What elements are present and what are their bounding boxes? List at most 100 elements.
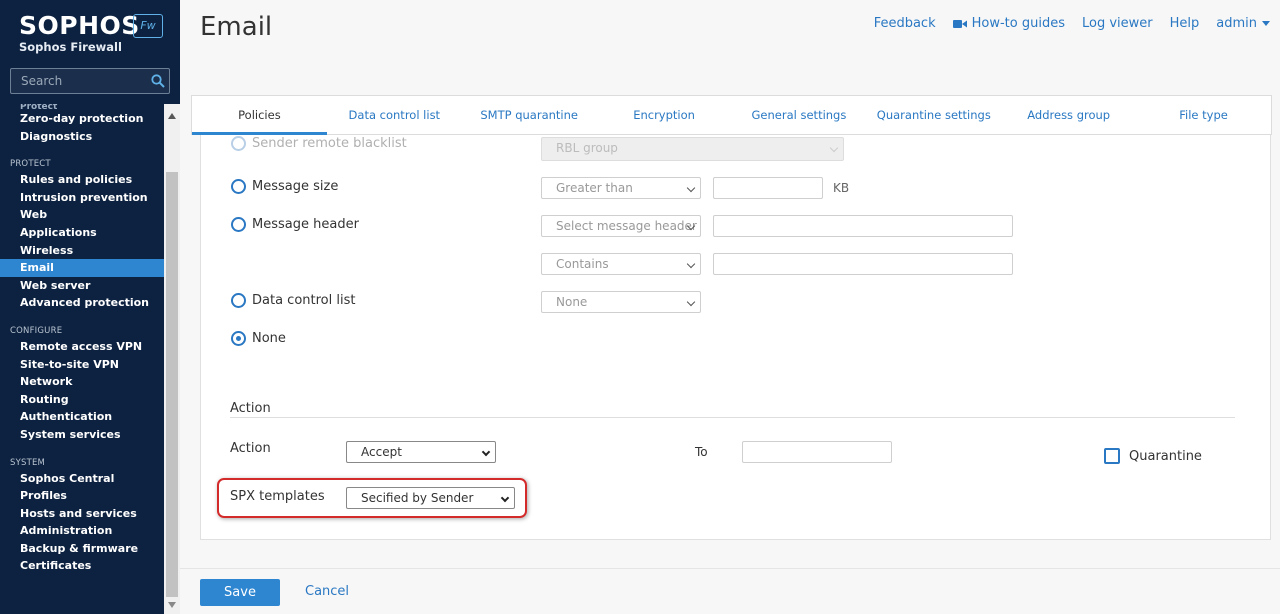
quarantine-checkbox[interactable] [1104, 448, 1120, 464]
action-label: Action [230, 441, 271, 456]
chevron-down-icon [686, 297, 696, 307]
sidebar-item-profiles[interactable]: Profiles [0, 487, 164, 505]
help-link[interactable]: Help [1170, 16, 1200, 31]
action-select-value: Accept [361, 445, 402, 459]
action-divider [230, 417, 1235, 418]
sidebar-item-network[interactable]: Network [0, 373, 164, 391]
feedback-link[interactable]: Feedback [874, 16, 936, 31]
sidebar-item-sophos-central[interactable]: Sophos Central [0, 470, 164, 488]
none-radio[interactable] [231, 331, 246, 346]
quarantine-label: Quarantine [1129, 449, 1202, 464]
none-label: None [252, 331, 286, 346]
form-footer: Save Cancel [180, 568, 1280, 614]
cancel-link[interactable]: Cancel [305, 584, 349, 599]
chevron-down-icon [686, 183, 696, 193]
admin-label: admin [1216, 16, 1257, 31]
message-size-operator-value: Greater than [556, 181, 633, 195]
action-select[interactable]: Accept [346, 441, 496, 463]
sidebar-item-backup-firmware[interactable]: Backup & firmware [0, 540, 164, 558]
sender-blacklist-radio[interactable] [231, 136, 246, 151]
sidebar-item-web[interactable]: Web [0, 206, 164, 224]
sidebar-item-authentication[interactable]: Authentication [0, 408, 164, 426]
admin-menu[interactable]: admin [1216, 16, 1270, 31]
data-control-list-select[interactable]: None [541, 291, 701, 313]
rbl-group-value: RBL group [556, 141, 618, 155]
sidebar-item-web-server[interactable]: Web server [0, 277, 164, 295]
message-size-radio[interactable] [231, 179, 246, 194]
spx-templates-select[interactable]: Secified by Sender [346, 487, 515, 509]
tab-quarantine-settings[interactable]: Quarantine settings [866, 96, 1001, 134]
save-button[interactable]: Save [200, 579, 280, 606]
log-viewer-link[interactable]: Log viewer [1082, 16, 1153, 31]
scrollbar-thumb[interactable] [166, 172, 178, 597]
to-input[interactable] [742, 441, 892, 463]
sidebar-item-wireless[interactable]: Wireless [0, 242, 164, 260]
sidebar-item-advanced-protection[interactable]: Advanced protection [0, 294, 164, 312]
search-box [10, 68, 170, 94]
brand-subtitle: Sophos Firewall [19, 40, 122, 54]
sidebar-item-administration[interactable]: Administration [0, 522, 164, 540]
message-header-input[interactable] [713, 215, 1013, 237]
chevron-down-icon [1262, 21, 1270, 26]
header-match-value: Contains [556, 257, 609, 271]
how-to-guides-link[interactable]: How-to guides [952, 16, 1065, 31]
sidebar-item-diagnostics[interactable]: Diagnostics [0, 128, 164, 146]
policy-form-panel: Sender remote blacklist RBL group Messag… [200, 135, 1271, 540]
kb-unit-label: KB [833, 181, 850, 195]
top-navigation: Feedback How-to guides Log viewer Help a… [857, 16, 1270, 31]
sidebar-item-zero-day-protection[interactable]: Zero-day protection [0, 110, 164, 128]
action-section-heading: Action [230, 401, 271, 416]
sidebar: SOPHOS Fw Sophos Firewall Protect Zero-d… [0, 0, 180, 614]
scroll-up-arrow-icon[interactable] [168, 113, 176, 119]
chevron-down-icon [481, 447, 491, 457]
sidebar-section-protect: PROTECT [10, 159, 51, 170]
sidebar-item-hosts-and-services[interactable]: Hosts and services [0, 505, 164, 523]
header-match-input[interactable] [713, 253, 1013, 275]
how-to-guides-label: How-to guides [971, 16, 1065, 31]
scroll-down-arrow-icon[interactable] [168, 602, 176, 608]
to-label: To [695, 445, 708, 459]
message-header-select-value: Select message header [556, 219, 697, 233]
message-header-label: Message header [252, 217, 359, 232]
tab-file-type[interactable]: File type [1136, 96, 1271, 134]
video-camera-icon [952, 19, 967, 28]
sidebar-item-site-to-site-vpn[interactable]: Site-to-site VPN [0, 356, 164, 374]
firewall-badge-icon: Fw [133, 14, 163, 38]
tab-smtp-quarantine[interactable]: SMTP quarantine [462, 96, 597, 134]
chevron-down-icon [686, 259, 696, 269]
message-size-input[interactable] [713, 177, 823, 199]
tab-bar: Policies Data control list SMTP quaranti… [191, 95, 1272, 135]
brand[interactable]: SOPHOS Fw Sophos Firewall [19, 11, 163, 54]
sidebar-item-rules-and-policies[interactable]: Rules and policies [0, 171, 164, 189]
chevron-down-icon [829, 143, 839, 153]
sidebar-item-certificates[interactable]: Certificates [0, 557, 164, 575]
tab-general-settings[interactable]: General settings [732, 96, 867, 134]
tab-policies[interactable]: Policies [192, 96, 327, 135]
message-header-select[interactable]: Select message header [541, 215, 701, 237]
message-header-radio[interactable] [231, 217, 246, 232]
sidebar-section-system: SYSTEM [10, 457, 46, 468]
sidebar-item-system-services[interactable]: System services [0, 426, 164, 444]
tab-address-group[interactable]: Address group [1001, 96, 1136, 134]
sidebar-scrollbar[interactable] [164, 104, 180, 614]
sender-blacklist-label: Sender remote blacklist [252, 136, 407, 151]
tab-encryption[interactable]: Encryption [597, 96, 732, 134]
sidebar-item-remote-access-vpn[interactable]: Remote access VPN [0, 338, 164, 356]
tab-data-control-list[interactable]: Data control list [327, 96, 462, 134]
sidebar-section-configure: CONFIGURE [10, 325, 63, 336]
rbl-group-select[interactable]: RBL group [541, 137, 844, 161]
data-control-list-label: Data control list [252, 293, 356, 308]
sidebar-item-routing[interactable]: Routing [0, 391, 164, 409]
sidebar-item-applications[interactable]: Applications [0, 224, 164, 242]
header-match-select[interactable]: Contains [541, 253, 701, 275]
message-size-operator-select[interactable]: Greater than [541, 177, 701, 199]
sidebar-nav: Protect Zero-day protection Diagnostics … [0, 104, 164, 614]
search-input[interactable] [11, 69, 141, 93]
data-control-list-radio[interactable] [231, 293, 246, 308]
search-icon[interactable] [151, 74, 165, 88]
message-size-label: Message size [252, 179, 339, 194]
sophos-logo: SOPHOS [19, 11, 140, 40]
chevron-down-icon [500, 493, 510, 503]
sidebar-item-intrusion-prevention[interactable]: Intrusion prevention [0, 189, 164, 207]
sidebar-item-email[interactable]: Email [0, 259, 164, 277]
